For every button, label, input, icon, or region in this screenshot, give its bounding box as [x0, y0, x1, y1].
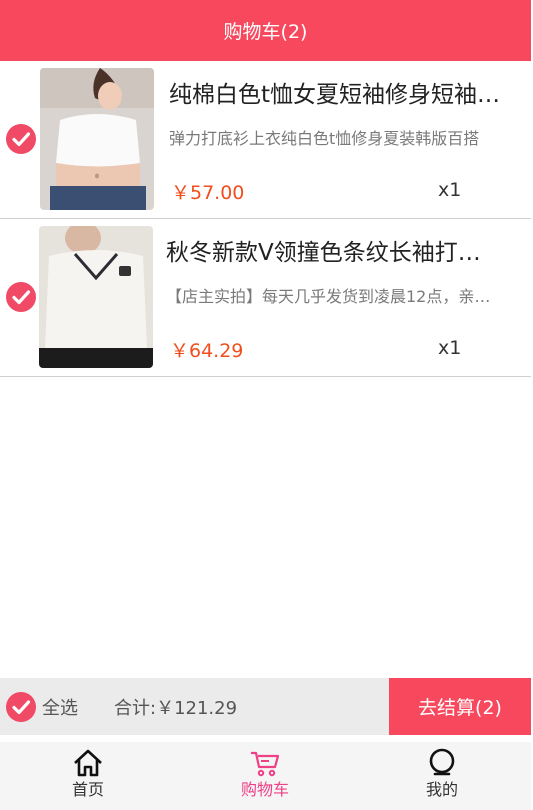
- total-price: 合计:￥121.29: [114, 698, 238, 719]
- tab-home[interactable]: 首页: [28, 742, 148, 810]
- tab-profile[interactable]: 我的: [382, 742, 502, 810]
- home-icon: [74, 749, 102, 777]
- tab-cart[interactable]: 购物车: [205, 742, 325, 810]
- product-title[interactable]: 秋冬新款V领撞色条纹长袖打底衫女: [166, 233, 501, 267]
- tab-cart-label: 购物车: [240, 780, 289, 799]
- tab-profile-label: 我的: [425, 780, 458, 799]
- user-icon: [429, 748, 455, 776]
- item-checkbox-checked-icon[interactable]: [6, 124, 36, 154]
- product-price: ￥57.00: [171, 182, 245, 204]
- product-quantity: x1: [438, 337, 462, 359]
- item-checkbox-checked-icon[interactable]: [6, 282, 36, 312]
- product-image[interactable]: [39, 226, 153, 368]
- select-all-label[interactable]: 全选: [42, 694, 78, 720]
- tab-home-label: 首页: [71, 780, 104, 799]
- checkout-button-label: 去结算(2): [418, 697, 502, 719]
- cart-icon: [251, 751, 280, 777]
- product-image[interactable]: [40, 68, 154, 210]
- cart-item: 秋冬新款V领撞色条纹长袖打底衫女 【店主实拍】每天几乎发货到凌晨12点，亲们放心…: [0, 219, 531, 377]
- checkout-button[interactable]: 去结算(2): [389, 678, 531, 735]
- product-quantity: x1: [438, 179, 462, 201]
- product-price: ￥64.29: [170, 340, 244, 362]
- product-description: 【店主实拍】每天几乎发货到凌晨12点，亲们放心购买: [166, 287, 503, 306]
- page-header: 购物车(2): [0, 0, 531, 61]
- bottom-tab-bar: 首页 购物车 我的: [0, 742, 531, 810]
- page-title: 购物车(2): [223, 21, 308, 43]
- product-description: 弹力打底衫上衣纯白色t恤修身夏装韩版百搭: [169, 129, 480, 148]
- checkout-bar: 全选 合计:￥121.29 去结算(2): [0, 678, 531, 735]
- cart-item: 纯棉白色t恤女夏短袖修身短袖上衣 弹力打底衫上衣纯白色t恤修身夏装韩版百搭 ￥5…: [0, 61, 531, 219]
- product-title[interactable]: 纯棉白色t恤女夏短袖修身短袖上衣: [169, 75, 504, 109]
- select-all-checkbox-checked-icon[interactable]: [6, 692, 36, 722]
